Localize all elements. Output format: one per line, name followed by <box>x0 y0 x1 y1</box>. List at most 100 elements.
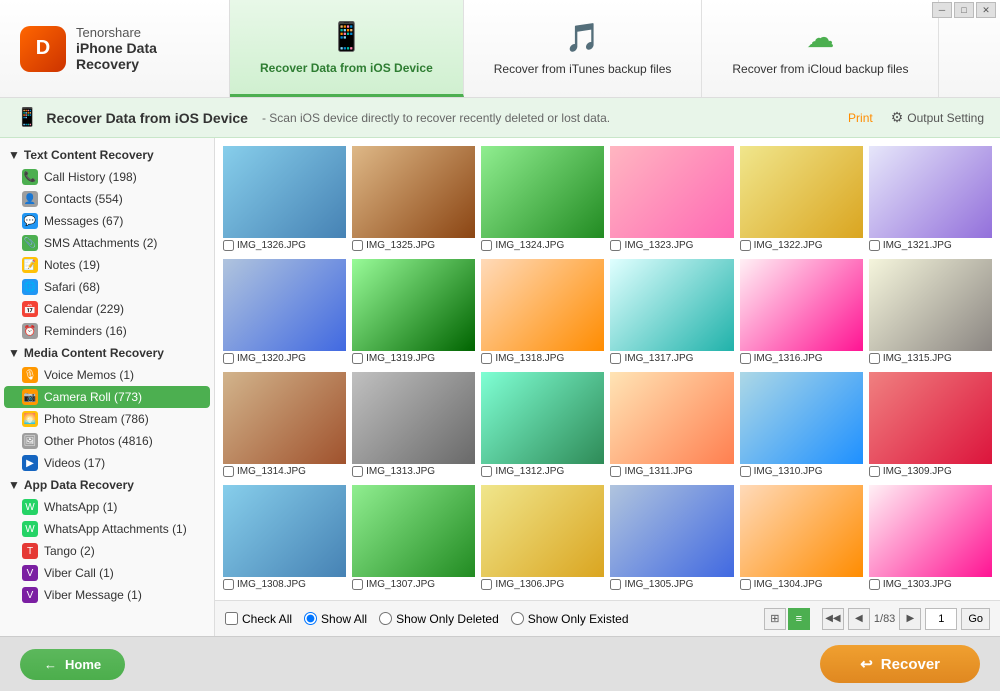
photo-checkbox[interactable] <box>352 353 363 364</box>
photo-checkbox[interactable] <box>610 466 621 477</box>
tab-icloud[interactable]: ☁ Recover from iCloud backup files <box>702 0 939 97</box>
sidebar-item-sms-attachments[interactable]: 📎 SMS Attachments (2) <box>0 232 214 254</box>
photo-cell-1311[interactable]: IMG_1311.JPG <box>610 372 733 479</box>
section-media-header[interactable]: ▼ Media Content Recovery <box>0 342 214 364</box>
photo-cell-1310[interactable]: IMG_1310.JPG <box>740 372 863 479</box>
photo-cell-1316[interactable]: IMG_1316.JPG <box>740 259 863 366</box>
photo-checkbox[interactable] <box>223 240 234 251</box>
sidebar-item-videos[interactable]: ▶ Videos (17) <box>0 452 214 474</box>
camera-roll-icon: 📷 <box>22 389 38 405</box>
photo-cell-1325[interactable]: IMG_1325.JPG <box>352 146 475 253</box>
photo-checkbox[interactable] <box>610 240 621 251</box>
photo-cell-1315[interactable]: IMG_1315.JPG <box>869 259 992 366</box>
prev-page-button[interactable]: ◀ <box>848 608 870 630</box>
sidebar-item-notes[interactable]: 📝 Notes (19) <box>0 254 214 276</box>
photo-cell-1318[interactable]: IMG_1318.JPG <box>481 259 604 366</box>
photo-checkbox[interactable] <box>869 240 880 251</box>
next-page-button[interactable]: ▶ <box>899 608 921 630</box>
photo-checkbox[interactable] <box>740 579 751 590</box>
sidebar-item-safari[interactable]: 🌐 Safari (68) <box>0 276 214 298</box>
photo-checkbox[interactable] <box>869 353 880 364</box>
print-button[interactable]: Print <box>848 111 873 125</box>
sidebar-item-camera-roll[interactable]: 📷 Camera Roll (773) <box>4 386 210 408</box>
photo-checkbox[interactable] <box>352 240 363 251</box>
sidebar-item-tango[interactable]: T Tango (2) <box>0 540 214 562</box>
sidebar-item-whatsapp[interactable]: W WhatsApp (1) <box>0 496 214 518</box>
photo-checkbox[interactable] <box>481 579 492 590</box>
photo-cell-1319[interactable]: IMG_1319.JPG <box>352 259 475 366</box>
page-number-input[interactable] <box>925 608 957 630</box>
sidebar-item-viber-message[interactable]: V Viber Message (1) <box>0 584 214 606</box>
photo-thumbnail <box>352 259 475 351</box>
sidebar-item-viber-call[interactable]: V Viber Call (1) <box>0 562 214 584</box>
photo-checkbox[interactable] <box>740 240 751 251</box>
photo-label: IMG_1318.JPG <box>481 353 604 364</box>
photo-cell-1313[interactable]: IMG_1313.JPG <box>352 372 475 479</box>
home-button[interactable]: ← Home <box>20 649 125 680</box>
show-existed-radio[interactable]: Show Only Existed <box>511 612 629 626</box>
photo-checkbox[interactable] <box>352 466 363 477</box>
photo-checkbox[interactable] <box>481 240 492 251</box>
output-setting-label: Output Setting <box>907 111 984 125</box>
tab-itunes[interactable]: 🎵 Recover from iTunes backup files <box>464 0 703 97</box>
photo-cell-1322[interactable]: IMG_1322.JPG <box>740 146 863 253</box>
photo-cell-1304[interactable]: IMG_1304.JPG <box>740 485 863 592</box>
sidebar-item-photo-stream[interactable]: 🌅 Photo Stream (786) <box>0 408 214 430</box>
show-all-radio[interactable]: Show All <box>304 612 367 626</box>
list-view-button[interactable]: ≡ <box>788 608 810 630</box>
photo-cell-1307[interactable]: IMG_1307.JPG <box>352 485 475 592</box>
photo-cell-1317[interactable]: IMG_1317.JPG <box>610 259 733 366</box>
grid-view-button[interactable]: ⊞ <box>764 608 786 630</box>
sidebar-item-messages[interactable]: 💬 Messages (67) <box>0 210 214 232</box>
photo-cell-1323[interactable]: IMG_1323.JPG <box>610 146 733 253</box>
sidebar-item-reminders[interactable]: ⏰ Reminders (16) <box>0 320 214 342</box>
photo-checkbox[interactable] <box>869 579 880 590</box>
calendar-icon: 📅 <box>22 301 38 317</box>
recover-button[interactable]: ↩ Recover <box>820 645 980 683</box>
photo-checkbox[interactable] <box>869 466 880 477</box>
photo-cell-1324[interactable]: IMG_1324.JPG <box>481 146 604 253</box>
sidebar-item-other-photos[interactable]: 🖼 Other Photos (4816) <box>0 430 214 452</box>
photo-name: IMG_1305.JPG <box>624 579 693 590</box>
tab-ios[interactable]: 📱 Recover Data from iOS Device <box>230 0 464 97</box>
minimize-button[interactable]: ─ <box>932 2 952 18</box>
photo-cell-1303[interactable]: IMG_1303.JPG <box>869 485 992 592</box>
go-button[interactable]: Go <box>961 608 990 630</box>
photo-cell-1326[interactable]: IMG_1326.JPG <box>223 146 346 253</box>
photo-cell-1320[interactable]: IMG_1320.JPG <box>223 259 346 366</box>
photo-checkbox[interactable] <box>610 579 621 590</box>
photo-checkbox[interactable] <box>740 466 751 477</box>
first-page-button[interactable]: ◀◀ <box>822 608 844 630</box>
photo-cell-1321[interactable]: IMG_1321.JPG <box>869 146 992 253</box>
sidebar-item-calendar[interactable]: 📅 Calendar (229) <box>0 298 214 320</box>
section-app-header[interactable]: ▼ App Data Recovery <box>0 474 214 496</box>
photo-checkbox[interactable] <box>352 579 363 590</box>
check-all-label[interactable]: Check All <box>225 612 292 626</box>
photo-checkbox[interactable] <box>223 579 234 590</box>
photo-cell-1312[interactable]: IMG_1312.JPG <box>481 372 604 479</box>
output-setting-button[interactable]: ⚙ Output Setting <box>891 109 984 126</box>
photo-checkbox[interactable] <box>223 353 234 364</box>
photo-cell-1306[interactable]: IMG_1306.JPG <box>481 485 604 592</box>
photo-checkbox[interactable] <box>481 353 492 364</box>
check-all-checkbox[interactable] <box>225 612 238 625</box>
photo-cell-1314[interactable]: IMG_1314.JPG <box>223 372 346 479</box>
section-text-header[interactable]: ▼ Text Content Recovery <box>0 144 214 166</box>
sidebar-item-call-history[interactable]: 📞 Call History (198) <box>0 166 214 188</box>
sidebar-item-whatsapp-attachments[interactable]: W WhatsApp Attachments (1) <box>0 518 214 540</box>
photo-cell-1309[interactable]: IMG_1309.JPG <box>869 372 992 479</box>
photo-checkbox[interactable] <box>610 353 621 364</box>
photo-checkbox[interactable] <box>481 466 492 477</box>
sidebar-item-voice-memos[interactable]: 🎙 Voice Memos (1) <box>0 364 214 386</box>
show-deleted-radio[interactable]: Show Only Deleted <box>379 612 499 626</box>
toolbar: 📱 Recover Data from iOS Device - Scan iO… <box>0 98 1000 138</box>
sidebar-item-contacts[interactable]: 👤 Contacts (554) <box>0 188 214 210</box>
photo-cell-1308[interactable]: IMG_1308.JPG <box>223 485 346 592</box>
contacts-label: Contacts (554) <box>44 192 123 206</box>
maximize-button[interactable]: □ <box>954 2 974 18</box>
close-button[interactable]: ✕ <box>976 2 996 18</box>
photo-cell-1305[interactable]: IMG_1305.JPG <box>610 485 733 592</box>
photo-checkbox[interactable] <box>223 466 234 477</box>
photo-label: IMG_1304.JPG <box>740 579 863 590</box>
photo-checkbox[interactable] <box>740 353 751 364</box>
